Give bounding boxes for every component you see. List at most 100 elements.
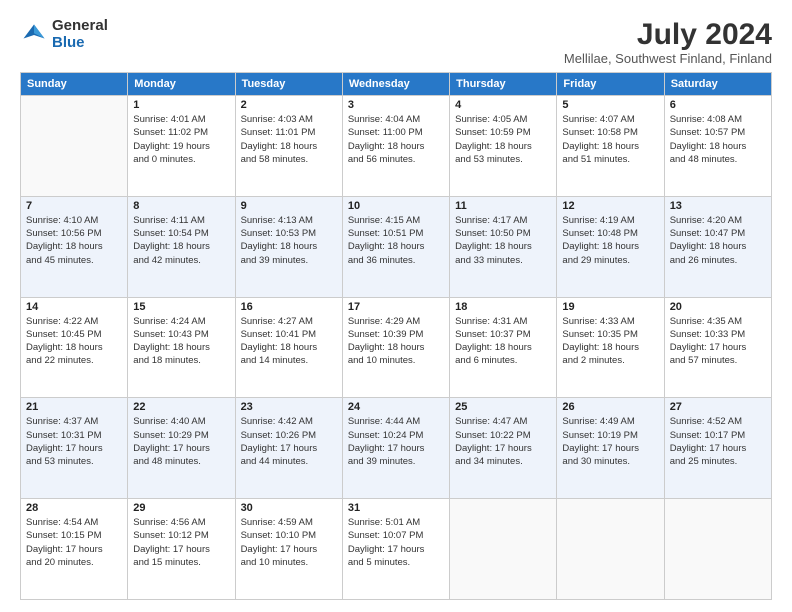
day-number: 9 — [241, 200, 337, 212]
calendar-cell-w3-d2: 15 Sunrise: 4:24 AM Sunset: 10:43 PM Dayl… — [128, 297, 235, 398]
calendar-cell-w2-d6: 12 Sunrise: 4:19 AM Sunset: 10:48 PM Dayl… — [557, 196, 664, 297]
day-number: 5 — [562, 99, 658, 111]
day-number: 23 — [241, 401, 337, 413]
day-info: Sunrise: 4:52 AM Sunset: 10:17 PM Daylig… — [670, 415, 766, 468]
day-info: Sunrise: 4:59 AM Sunset: 10:10 PM Daylig… — [241, 516, 337, 569]
header-sunday: Sunday — [21, 73, 128, 96]
title-block: July 2024 Mellilae, Southwest Finland, F… — [564, 18, 772, 66]
day-number: 15 — [133, 301, 229, 313]
day-info: Sunrise: 4:37 AM Sunset: 10:31 PM Daylig… — [26, 415, 122, 468]
day-info: Sunrise: 4:35 AM Sunset: 10:33 PM Daylig… — [670, 315, 766, 368]
day-info: Sunrise: 4:15 AM Sunset: 10:51 PM Daylig… — [348, 214, 444, 267]
day-info: Sunrise: 4:24 AM Sunset: 10:43 PM Daylig… — [133, 315, 229, 368]
day-info: Sunrise: 4:33 AM Sunset: 10:35 PM Daylig… — [562, 315, 658, 368]
day-number: 30 — [241, 502, 337, 514]
day-info: Sunrise: 4:17 AM Sunset: 10:50 PM Daylig… — [455, 214, 551, 267]
logo-text: General Blue — [52, 18, 108, 51]
day-info: Sunrise: 4:13 AM Sunset: 10:53 PM Daylig… — [241, 214, 337, 267]
calendar-cell-w5-d7 — [664, 499, 771, 600]
calendar-cell-w4-d6: 26 Sunrise: 4:49 AM Sunset: 10:19 PM Dayl… — [557, 398, 664, 499]
calendar-cell-w1-d3: 2Sunrise: 4:03 AM Sunset: 11:01 PM Dayli… — [235, 96, 342, 197]
day-info: Sunrise: 4:07 AM Sunset: 10:58 PM Daylig… — [562, 113, 658, 166]
day-info: Sunrise: 4:54 AM Sunset: 10:15 PM Daylig… — [26, 516, 122, 569]
day-number: 11 — [455, 200, 551, 212]
day-number: 16 — [241, 301, 337, 313]
calendar-cell-w2-d4: 10Sunrise: 4:15 AM Sunset: 10:51 PM Dayl… — [342, 196, 449, 297]
header-tuesday: Tuesday — [235, 73, 342, 96]
header: General Blue July 2024 Mellilae, Southwe… — [20, 18, 772, 66]
calendar-cell-w4-d2: 22Sunrise: 4:40 AM Sunset: 10:29 PM Dayl… — [128, 398, 235, 499]
header-monday: Monday — [128, 73, 235, 96]
day-info: Sunrise: 4:27 AM Sunset: 10:41 PM Daylig… — [241, 315, 337, 368]
logo-icon — [20, 21, 48, 49]
calendar-cell-w5-d3: 30 Sunrise: 4:59 AM Sunset: 10:10 PM Dayl… — [235, 499, 342, 600]
day-info: Sunrise: 4:22 AM Sunset: 10:45 PM Daylig… — [26, 315, 122, 368]
day-number: 25 — [455, 401, 551, 413]
calendar-cell-w3-d4: 17 Sunrise: 4:29 AM Sunset: 10:39 PM Dayl… — [342, 297, 449, 398]
calendar-cell-w4-d5: 25 Sunrise: 4:47 AM Sunset: 10:22 PM Dayl… — [450, 398, 557, 499]
day-number: 29 — [133, 502, 229, 514]
calendar-table: Sunday Monday Tuesday Wednesday Thursday… — [20, 72, 772, 600]
calendar-cell-w1-d5: 4 Sunrise: 4:05 AM Sunset: 10:59 PM Dayli… — [450, 96, 557, 197]
day-info: Sunrise: 4:04 AM Sunset: 11:00 PM Daylig… — [348, 113, 444, 166]
day-number: 12 — [562, 200, 658, 212]
day-info: Sunrise: 4:29 AM Sunset: 10:39 PM Daylig… — [348, 315, 444, 368]
day-info: Sunrise: 4:10 AM Sunset: 10:56 PM Daylig… — [26, 214, 122, 267]
day-info: Sunrise: 4:19 AM Sunset: 10:48 PM Daylig… — [562, 214, 658, 267]
day-number: 1 — [133, 99, 229, 111]
calendar-header-row: Sunday Monday Tuesday Wednesday Thursday… — [21, 73, 772, 96]
calendar-cell-w5-d5 — [450, 499, 557, 600]
calendar-cell-w2-d7: 13Sunrise: 4:20 AM Sunset: 10:47 PM Dayl… — [664, 196, 771, 297]
calendar-cell-w3-d7: 20Sunrise: 4:35 AM Sunset: 10:33 PM Dayl… — [664, 297, 771, 398]
day-number: 26 — [562, 401, 658, 413]
calendar-cell-w3-d1: 14 Sunrise: 4:22 AM Sunset: 10:45 PM Dayl… — [21, 297, 128, 398]
day-info: Sunrise: 4:47 AM Sunset: 10:22 PM Daylig… — [455, 415, 551, 468]
day-number: 14 — [26, 301, 122, 313]
logo: General Blue — [20, 18, 108, 51]
calendar-cell-w3-d6: 19 Sunrise: 4:33 AM Sunset: 10:35 PM Dayl… — [557, 297, 664, 398]
day-info: Sunrise: 4:42 AM Sunset: 10:26 PM Daylig… — [241, 415, 337, 468]
calendar-cell-w3-d5: 18Sunrise: 4:31 AM Sunset: 10:37 PM Dayl… — [450, 297, 557, 398]
calendar-cell-w3-d3: 16 Sunrise: 4:27 AM Sunset: 10:41 PM Dayl… — [235, 297, 342, 398]
day-info: Sunrise: 4:08 AM Sunset: 10:57 PM Daylig… — [670, 113, 766, 166]
day-number: 7 — [26, 200, 122, 212]
location-subtitle: Mellilae, Southwest Finland, Finland — [564, 51, 772, 66]
calendar-cell-w5-d4: 31Sunrise: 5:01 AM Sunset: 10:07 PM Dayl… — [342, 499, 449, 600]
calendar-cell-w2-d5: 11 Sunrise: 4:17 AM Sunset: 10:50 PM Dayl… — [450, 196, 557, 297]
header-saturday: Saturday — [664, 73, 771, 96]
day-info: Sunrise: 4:44 AM Sunset: 10:24 PM Daylig… — [348, 415, 444, 468]
day-info: Sunrise: 4:05 AM Sunset: 10:59 PM Daylig… — [455, 113, 551, 166]
page: General Blue July 2024 Mellilae, Southwe… — [0, 0, 792, 612]
calendar-week-4: 21Sunrise: 4:37 AM Sunset: 10:31 PM Dayl… — [21, 398, 772, 499]
calendar-cell-w4-d4: 24Sunrise: 4:44 AM Sunset: 10:24 PM Dayl… — [342, 398, 449, 499]
day-info: Sunrise: 5:01 AM Sunset: 10:07 PM Daylig… — [348, 516, 444, 569]
day-number: 4 — [455, 99, 551, 111]
day-info: Sunrise: 4:49 AM Sunset: 10:19 PM Daylig… — [562, 415, 658, 468]
calendar-cell-w2-d2: 8Sunrise: 4:11 AM Sunset: 10:54 PM Dayli… — [128, 196, 235, 297]
calendar-cell-w4-d3: 23 Sunrise: 4:42 AM Sunset: 10:26 PM Dayl… — [235, 398, 342, 499]
day-number: 17 — [348, 301, 444, 313]
calendar-cell-w1-d6: 5 Sunrise: 4:07 AM Sunset: 10:58 PM Dayli… — [557, 96, 664, 197]
calendar-week-3: 14 Sunrise: 4:22 AM Sunset: 10:45 PM Dayl… — [21, 297, 772, 398]
header-wednesday: Wednesday — [342, 73, 449, 96]
logo-general-text: General — [52, 18, 108, 35]
logo-blue-text: Blue — [52, 35, 108, 52]
day-info: Sunrise: 4:03 AM Sunset: 11:01 PM Daylig… — [241, 113, 337, 166]
calendar-week-1: 1Sunrise: 4:01 AM Sunset: 11:02 PM Dayli… — [21, 96, 772, 197]
calendar-cell-w4-d7: 27Sunrise: 4:52 AM Sunset: 10:17 PM Dayl… — [664, 398, 771, 499]
calendar-cell-w4-d1: 21Sunrise: 4:37 AM Sunset: 10:31 PM Dayl… — [21, 398, 128, 499]
month-title: July 2024 — [564, 18, 772, 51]
calendar-cell-w1-d7: 6 Sunrise: 4:08 AM Sunset: 10:57 PM Dayli… — [664, 96, 771, 197]
header-friday: Friday — [557, 73, 664, 96]
day-number: 22 — [133, 401, 229, 413]
calendar-cell-w2-d1: 7 Sunrise: 4:10 AM Sunset: 10:56 PM Dayli… — [21, 196, 128, 297]
day-info: Sunrise: 4:31 AM Sunset: 10:37 PM Daylig… — [455, 315, 551, 368]
calendar-cell-w5-d2: 29Sunrise: 4:56 AM Sunset: 10:12 PM Dayl… — [128, 499, 235, 600]
day-number: 19 — [562, 301, 658, 313]
day-number: 8 — [133, 200, 229, 212]
calendar-cell-w1-d4: 3 Sunrise: 4:04 AM Sunset: 11:00 PM Dayli… — [342, 96, 449, 197]
day-number: 6 — [670, 99, 766, 111]
day-number: 3 — [348, 99, 444, 111]
calendar-cell-w2-d3: 9 Sunrise: 4:13 AM Sunset: 10:53 PM Dayli… — [235, 196, 342, 297]
day-number: 28 — [26, 502, 122, 514]
